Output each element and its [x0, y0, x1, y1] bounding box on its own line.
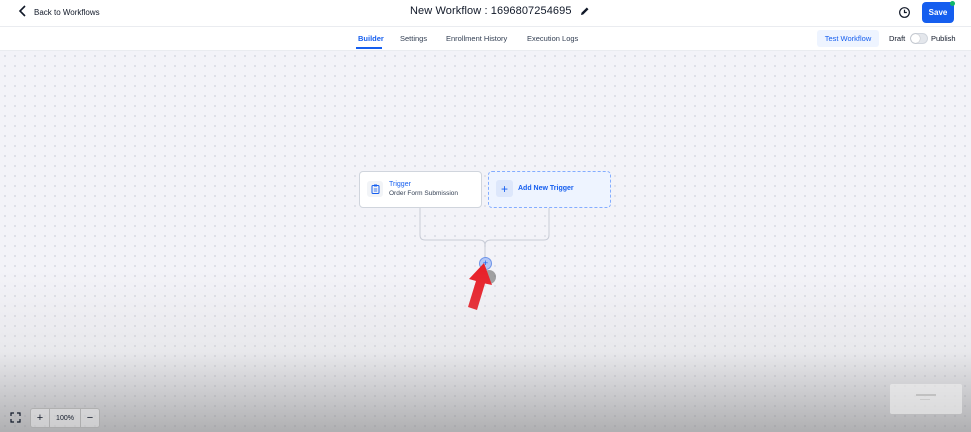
minimap-node — [920, 399, 930, 400]
top-bar: Back to Workflows New Workflow : 1696807… — [0, 0, 971, 27]
active-tab-indicator — [356, 47, 382, 49]
tab-settings[interactable]: Settings — [400, 34, 427, 43]
save-button[interactable]: Save — [922, 2, 954, 23]
workflow-canvas[interactable]: Trigger Order Form Submission + Add New … — [0, 51, 971, 432]
zoom-level: 100% — [49, 409, 81, 427]
status-indicator-dot — [950, 1, 955, 6]
zoom-out-button[interactable]: − — [81, 409, 99, 427]
minimap-node — [916, 394, 936, 396]
draft-label: Draft — [889, 34, 906, 43]
tab-bar: Builder Settings Enrollment History Exec… — [0, 27, 971, 51]
fit-view-icon[interactable] — [6, 408, 24, 426]
zoom-controls: + 100% − — [30, 408, 100, 428]
toggle-knob — [911, 34, 920, 43]
pencil-icon[interactable] — [580, 6, 590, 16]
trigger-card[interactable]: Trigger Order Form Submission — [359, 171, 482, 208]
zoom-in-button[interactable]: + — [31, 409, 49, 427]
minimap[interactable] — [890, 384, 962, 414]
tab-builder[interactable]: Builder — [358, 34, 384, 43]
trigger-subtitle: Order Form Submission — [389, 190, 458, 197]
publish-label: Publish — [931, 34, 956, 43]
add-trigger-label: Add New Trigger — [518, 185, 574, 192]
history-icon[interactable] — [898, 6, 911, 19]
trigger-title: Trigger — [389, 181, 411, 188]
back-to-workflows-link[interactable]: Back to Workflows — [18, 5, 100, 19]
clipboard-icon — [367, 181, 383, 197]
plus-icon: + — [496, 180, 513, 197]
workflow-title-group: New Workflow : 1696807254695 — [410, 5, 590, 17]
publish-toggle[interactable] — [910, 33, 928, 44]
workflow-title: New Workflow : 1696807254695 — [410, 5, 572, 17]
tab-execution-logs[interactable]: Execution Logs — [527, 34, 578, 43]
test-workflow-button[interactable]: Test Workflow — [817, 30, 879, 47]
back-arrow-icon — [18, 5, 28, 19]
connector-lines — [419, 206, 550, 257]
back-label: Back to Workflows — [34, 7, 100, 17]
tab-enrollment-history[interactable]: Enrollment History — [446, 34, 507, 43]
add-new-trigger-card[interactable]: + Add New Trigger — [488, 171, 611, 208]
red-arrow-annotation — [468, 263, 492, 310]
